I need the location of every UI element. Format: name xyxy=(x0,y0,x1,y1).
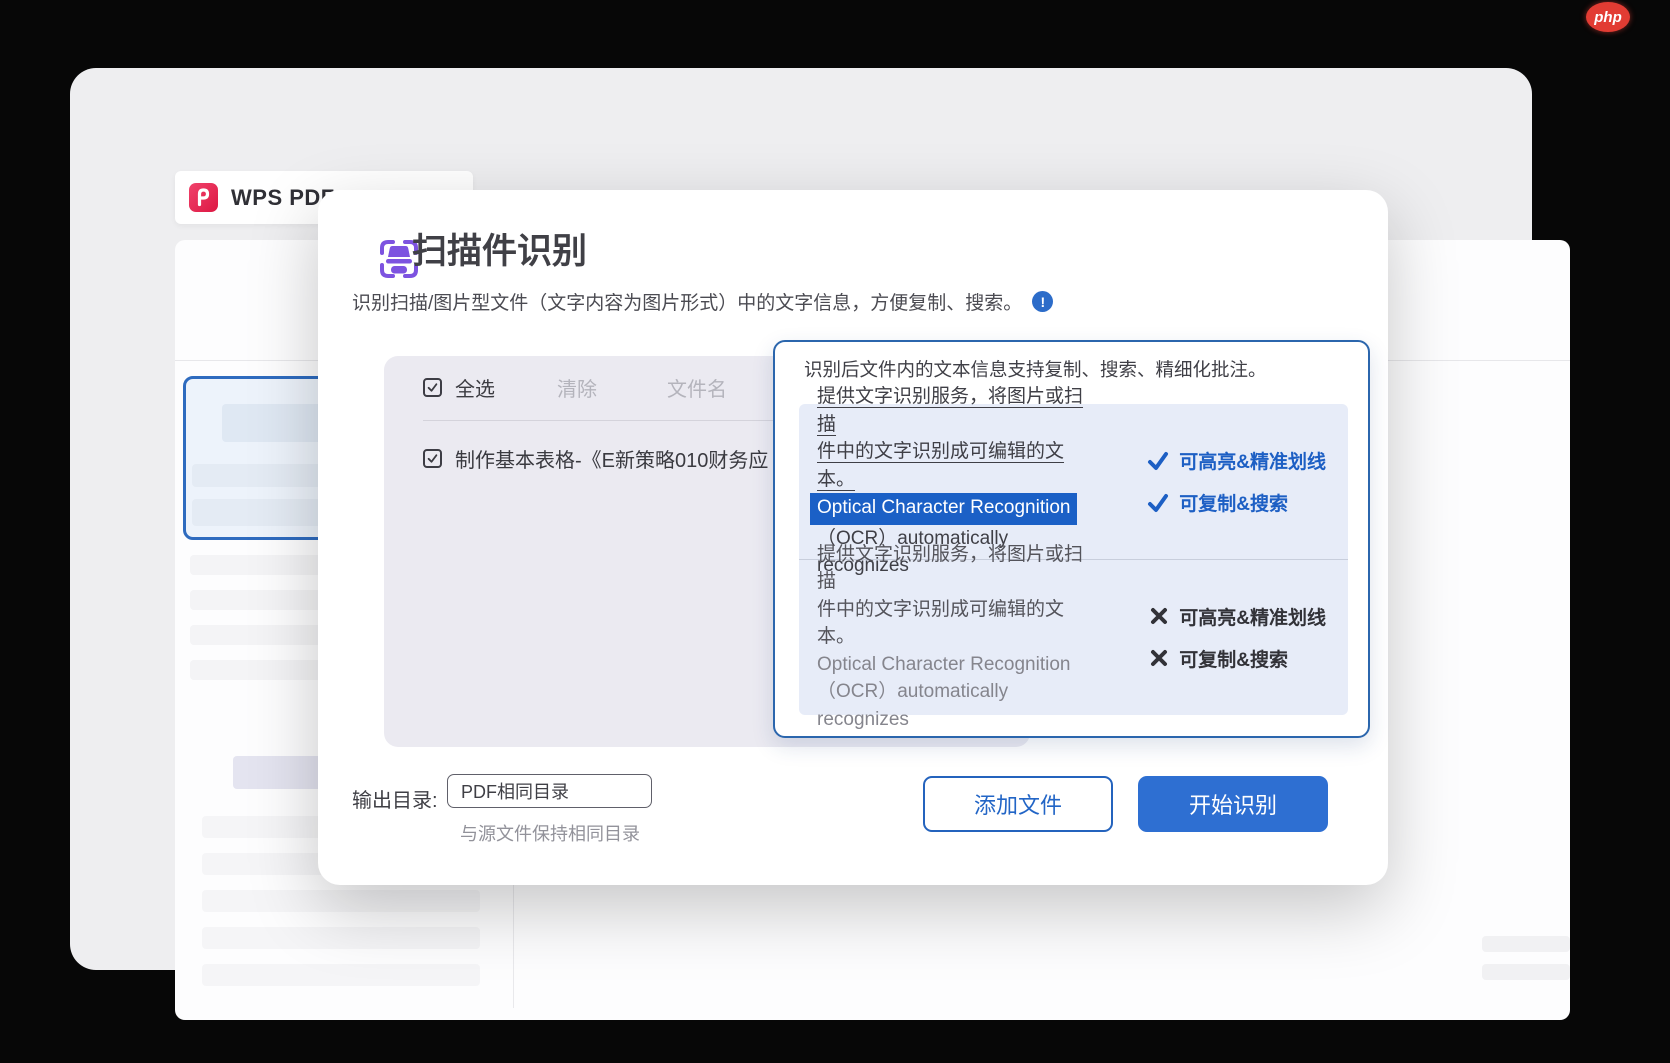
feature-row: 可高亮&精准划线 xyxy=(1149,603,1326,630)
check-icon xyxy=(1147,451,1169,471)
output-dir-label: 输出目录: xyxy=(352,784,438,813)
unsupported-features: 可高亮&精准划线 可复制&搜索 xyxy=(1149,603,1326,672)
feature-comparison-box: 提供文字识别服务，将图片或扫描 件中的文字识别成可编辑的文本。 Optical … xyxy=(799,404,1348,715)
output-dir-value: PDF相同目录 xyxy=(461,778,569,804)
x-icon xyxy=(1149,606,1169,626)
filename-column-header: 文件名 xyxy=(667,373,727,402)
select-all-checkbox[interactable] xyxy=(423,378,442,397)
file-checkbox[interactable] xyxy=(423,449,442,468)
dialog-title: 扫描件识别 xyxy=(412,223,587,274)
info-icon[interactable]: ! xyxy=(1032,291,1053,312)
start-recognition-button[interactable]: 开始识别 xyxy=(1138,776,1328,832)
select-all-label[interactable]: 全选 xyxy=(455,373,495,402)
desc-line: 件中的文字识别成可编辑的文本。 xyxy=(817,599,1064,648)
php-badge-label: php xyxy=(1594,9,1622,26)
skeleton-bar xyxy=(1482,936,1570,952)
add-file-button[interactable]: 添加文件 xyxy=(923,776,1113,832)
ocr-enabled-block: 提供文字识别服务，将图片或扫描 件中的文字识别成可编辑的文本。 Optical … xyxy=(799,404,1348,560)
skeleton-bar xyxy=(202,964,480,986)
wps-pdf-logo-icon xyxy=(189,183,218,212)
dialog-subtitle-row: 识别扫描/图片型文件（文字内容为图片形式）中的文字信息，方便复制、搜索。 ! xyxy=(352,288,1053,315)
screenshot-stage: php WPS PDF xyxy=(0,0,1670,1063)
feature-row: 可高亮&精准划线 xyxy=(1147,447,1326,474)
desc-line: 提供文字识别服务，将图片或扫描 xyxy=(817,386,1083,435)
php-site-badge: php xyxy=(1586,2,1630,32)
clear-button[interactable]: 清除 xyxy=(557,373,597,402)
skeleton-bar xyxy=(202,927,480,949)
feature-label: 可高亮&精准划线 xyxy=(1179,603,1326,630)
feature-row: 可复制&搜索 xyxy=(1149,645,1326,672)
desc-line: （OCR）automatically recognizes xyxy=(817,681,1008,730)
file-list-header: 全选 清除 文件名 xyxy=(423,370,727,404)
desc-line: 件中的文字识别成可编辑的文本。 xyxy=(817,441,1064,490)
file-name: 制作基本表格-《E新策略010财务应 xyxy=(455,444,768,473)
tooltip-heading: 识别后文件内的文本信息支持复制、搜索、精细化批注。 xyxy=(804,356,1267,382)
feature-label: 可复制&搜索 xyxy=(1179,645,1288,672)
skeleton-bar xyxy=(1482,964,1570,980)
skeleton-bar xyxy=(202,890,480,912)
desc-line: 提供文字识别服务，将图片或扫描 xyxy=(817,544,1083,593)
feature-row: 可复制&搜索 xyxy=(1147,489,1326,516)
desc-line: Optical Character Recognition xyxy=(817,654,1070,675)
supported-features: 可高亮&精准划线 可复制&搜索 xyxy=(1147,447,1326,516)
plain-description: 提供文字识别服务，将图片或扫描 件中的文字识别成可编辑的文本。 Optical … xyxy=(817,541,1085,734)
check-icon xyxy=(1147,493,1169,513)
feature-label: 可复制&搜索 xyxy=(1179,489,1288,516)
ocr-disabled-block: 提供文字识别服务，将图片或扫描 件中的文字识别成可编辑的文本。 Optical … xyxy=(799,560,1348,714)
feature-label: 可高亮&精准划线 xyxy=(1179,447,1326,474)
desc-line-highlighted: Optical Character Recognition xyxy=(810,493,1077,525)
output-dir-select[interactable]: PDF相同目录 xyxy=(447,774,652,808)
output-dir-hint: 与源文件保持相同目录 xyxy=(460,820,640,846)
ocr-feature-tooltip: 识别后文件内的文本信息支持复制、搜索、精细化批注。 提供文字识别服务，将图片或扫… xyxy=(773,340,1370,738)
dialog-subtitle: 识别扫描/图片型文件（文字内容为图片形式）中的文字信息，方便复制、搜索。 xyxy=(352,288,1022,315)
x-icon xyxy=(1149,648,1169,668)
